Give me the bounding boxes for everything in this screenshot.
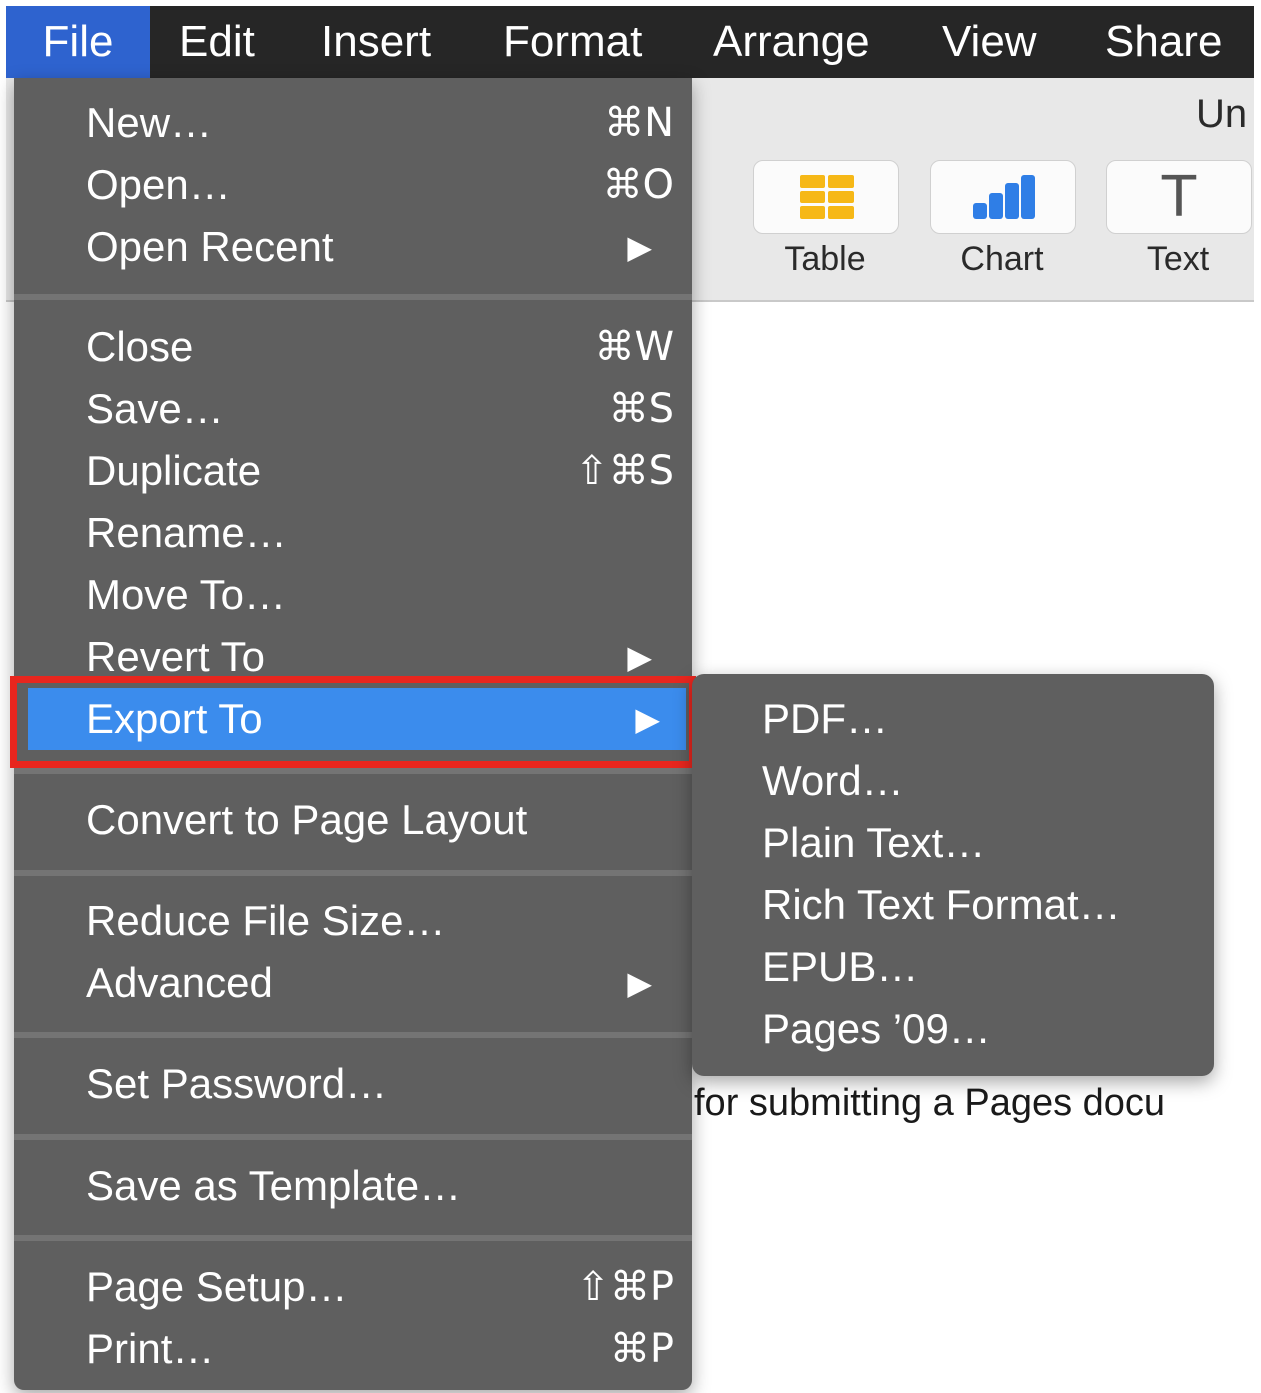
menu-edit[interactable]: Edit: [179, 6, 255, 78]
submenu-item-word[interactable]: Word…: [762, 750, 904, 812]
menu-item-label: Print…: [86, 1325, 215, 1372]
menu-bar: File Edit Insert Format Arrange View Sha…: [6, 6, 1254, 78]
submenu-item-plain-text[interactable]: Plain Text…: [762, 812, 985, 874]
menu-separator: [14, 1032, 692, 1038]
table-label: Table: [784, 240, 866, 278]
shortcut: ⌘O: [602, 162, 674, 208]
window-title: Un: [1196, 92, 1248, 136]
table-icon: [800, 175, 854, 219]
menu-item-reduce-file-size[interactable]: Reduce File Size…: [14, 890, 692, 952]
menu-item-save[interactable]: Save… ⌘S: [14, 378, 692, 440]
table-button[interactable]: [753, 160, 899, 234]
chart-icon: [973, 175, 1035, 219]
menu-file[interactable]: File: [6, 6, 150, 78]
chart-button[interactable]: [930, 160, 1076, 234]
submenu-item-pages-09[interactable]: Pages ’09…: [762, 998, 991, 1060]
menu-separator: [14, 1235, 692, 1241]
menu-separator: [14, 294, 692, 300]
menu-view[interactable]: View: [942, 6, 1037, 78]
menu-item-label: Page Setup…: [86, 1263, 348, 1310]
submenu-item-epub[interactable]: EPUB…: [762, 936, 918, 998]
menu-item-move-to[interactable]: Move To…: [14, 564, 692, 626]
text-button[interactable]: T: [1106, 160, 1252, 234]
shortcut: ⇧⌘P: [576, 1264, 674, 1310]
menu-item-new[interactable]: New… ⌘N: [14, 92, 692, 154]
menu-item-label: Convert to Page Layout: [86, 796, 528, 843]
menu-item-label: Move To…: [86, 571, 286, 618]
menu-item-rename[interactable]: Rename…: [14, 502, 692, 564]
menu-share[interactable]: Share: [1105, 6, 1222, 78]
menu-item-close[interactable]: Close ⌘W: [14, 316, 692, 378]
menu-item-print[interactable]: Print… ⌘P: [14, 1318, 692, 1380]
menu-item-label: Advanced: [86, 959, 273, 1006]
menu-item-label: Open…: [86, 161, 231, 208]
shortcut: ⌘P: [609, 1326, 674, 1372]
annotation-highlight-box: [10, 676, 696, 768]
menu-item-label: Rename…: [86, 509, 287, 556]
menu-item-open-recent[interactable]: Open Recent ▶: [14, 216, 692, 278]
submenu-arrow-icon: ▶: [627, 228, 652, 266]
text-label: Text: [1146, 240, 1210, 278]
shortcut: ⌘N: [604, 100, 674, 146]
shortcut: ⌘S: [608, 386, 674, 432]
document-text: for submitting a Pages docu: [694, 1082, 1166, 1124]
menu-item-convert-to-page-layout[interactable]: Convert to Page Layout: [14, 789, 692, 851]
menu-insert[interactable]: Insert: [321, 6, 431, 78]
text-icon: T: [1161, 165, 1197, 230]
submenu-item-rich-text-format[interactable]: Rich Text Format…: [762, 874, 1121, 936]
menu-separator: [14, 768, 692, 774]
shortcut: ⇧⌘S: [575, 448, 674, 494]
menu-arrange[interactable]: Arrange: [713, 6, 870, 78]
menu-item-duplicate[interactable]: Duplicate ⇧⌘S: [14, 440, 692, 502]
menu-item-label: Set Password…: [86, 1060, 388, 1107]
menu-item-advanced[interactable]: Advanced ▶: [14, 952, 692, 1014]
menu-item-set-password[interactable]: Set Password…: [14, 1053, 692, 1115]
menu-item-label: Duplicate: [86, 447, 262, 494]
chart-label: Chart: [960, 240, 1044, 278]
menu-item-label: Reduce File Size…: [86, 897, 446, 944]
menu-item-save-as-template[interactable]: Save as Template…: [14, 1155, 692, 1217]
menu-item-label: Save as Template…: [86, 1162, 462, 1209]
menu-item-open[interactable]: Open… ⌘O: [14, 154, 692, 216]
menu-item-label: Open Recent: [86, 223, 334, 270]
shortcut: ⌘W: [594, 324, 674, 370]
menu-item-label: New…: [86, 99, 213, 146]
submenu-item-pdf[interactable]: PDF…: [762, 688, 888, 750]
menu-item-label: Close: [86, 323, 194, 370]
export-submenu: PDF… Word… Plain Text… Rich Text Format……: [692, 674, 1214, 1076]
menu-format[interactable]: Format: [503, 6, 642, 78]
menu-item-page-setup[interactable]: Page Setup… ⇧⌘P: [14, 1256, 692, 1318]
menu-separator: [14, 1134, 692, 1140]
menu-separator: [14, 870, 692, 876]
menu-item-label: Save…: [86, 385, 224, 432]
submenu-arrow-icon: ▶: [627, 964, 652, 1002]
